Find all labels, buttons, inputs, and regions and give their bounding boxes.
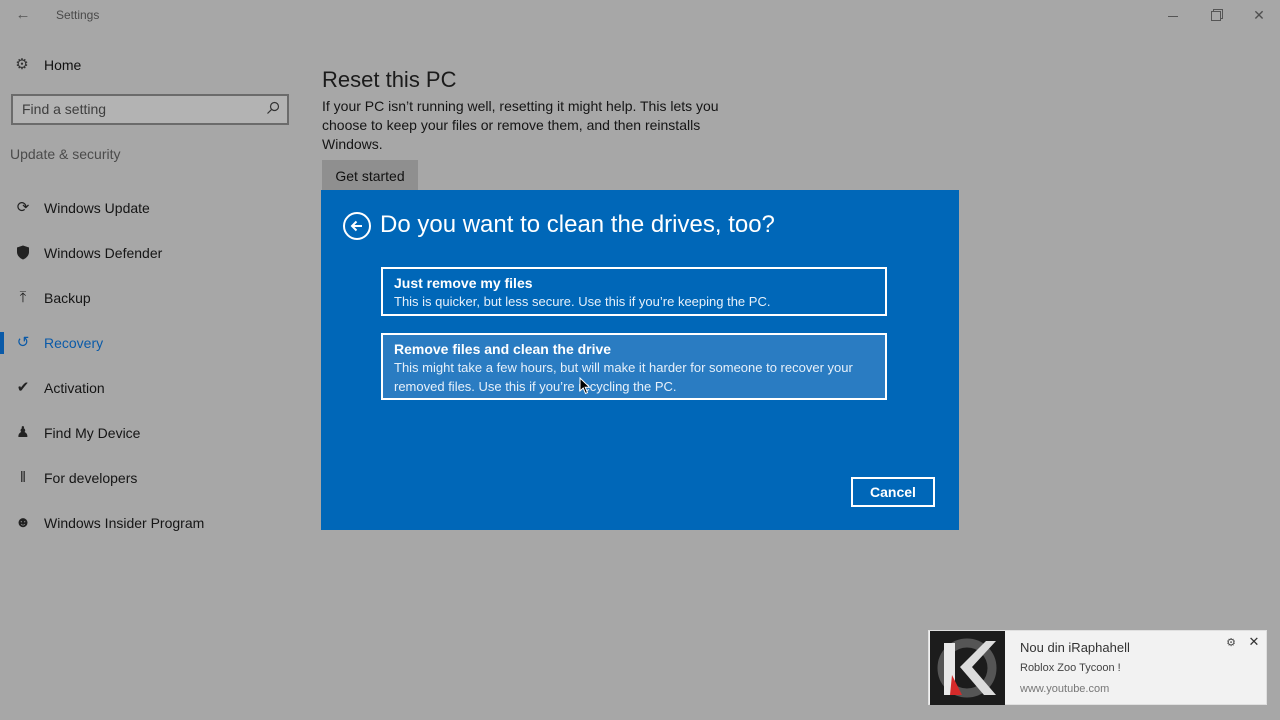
notification-body: Roblox Zoo Tycoon !	[1020, 662, 1121, 674]
gear-icon[interactable]: ⚙	[1225, 637, 1237, 649]
option-description: This is quicker, but less secure. Use th…	[394, 294, 771, 309]
sidebar-item-windows-defender[interactable]: Windows Defender	[0, 230, 300, 275]
cancel-button[interactable]: Cancel	[851, 477, 935, 507]
sidebar-item-label: Backup	[44, 289, 91, 306]
window-title: Settings	[56, 8, 100, 22]
nav-list: ⟳ Windows Update Windows Defender ⤒ Back…	[0, 185, 300, 545]
clean-drives-dialog: Do you want to clean the drives, too? Ju…	[321, 190, 959, 530]
minimize-button[interactable]	[1158, 4, 1188, 26]
sidebar-item-find-my-device[interactable]: ♟ Find My Device	[0, 410, 300, 455]
home-label: Home	[44, 57, 82, 73]
restore-icon	[1211, 11, 1221, 22]
mouse-cursor-icon	[579, 377, 591, 395]
sidebar-item-label: Windows Defender	[44, 244, 163, 261]
refresh-icon: ⟳	[16, 198, 30, 216]
option-title: Just remove my files	[394, 275, 533, 291]
option-remove-and-clean[interactable]: Remove files and clean the drive This mi…	[381, 333, 887, 400]
back-circle-icon[interactable]	[343, 212, 371, 240]
sidebar-item-label: Windows Insider Program	[44, 514, 205, 531]
notification-toast[interactable]: Nou din iRaphahell Roblox Zoo Tycoon ! w…	[928, 630, 1267, 705]
sidebar-item-activation[interactable]: ✔ Activation	[0, 365, 300, 410]
reset-description: If your PC isn’t running well, resetting…	[322, 98, 719, 152]
restore-button[interactable]	[1201, 4, 1231, 26]
close-icon[interactable]: ✕	[1248, 635, 1260, 648]
sidebar-item-recovery[interactable]: ↺ Recovery	[0, 320, 300, 365]
close-icon: ✕	[1253, 7, 1265, 23]
person-pin-icon: ♟	[16, 423, 30, 441]
sidebar-item-backup[interactable]: ⤒ Backup	[0, 275, 300, 320]
sidebar-item-label: Activation	[44, 379, 105, 396]
channel-logo	[930, 631, 1005, 705]
dialog-title: Do you want to clean the drives, too?	[380, 211, 775, 238]
sidebar: ⚙ Home Find a setting Update & security …	[0, 40, 300, 720]
notification-title: Nou din iRaphahell	[1020, 640, 1130, 655]
section-heading: Update & security	[10, 146, 121, 162]
home-nav-item[interactable]: ⚙ Home	[12, 54, 81, 76]
history-icon: ↺	[16, 333, 30, 351]
get-started-button[interactable]: Get started	[322, 160, 418, 192]
close-button[interactable]: ✕	[1244, 4, 1274, 26]
sidebar-item-label: Find My Device	[44, 424, 141, 441]
sidebar-item-windows-insider-program[interactable]: ☻ Windows Insider Program	[0, 500, 300, 545]
notification-url: www.youtube.com	[1020, 683, 1110, 695]
sidebar-item-label: Recovery	[44, 334, 104, 351]
back-arrow-icon[interactable]: ←	[14, 6, 32, 24]
title-bar: ← Settings ✕	[0, 0, 1280, 32]
search-icon[interactable]	[266, 101, 280, 115]
upload-arrow-icon: ⤒	[19, 288, 27, 306]
search-box[interactable]: Find a setting	[11, 94, 289, 125]
check-circle-icon: ✔	[16, 378, 30, 396]
sidebar-item-label: For developers	[44, 469, 138, 486]
sidebar-item-windows-update[interactable]: ⟳ Windows Update	[0, 185, 300, 230]
shield-icon	[13, 243, 33, 263]
gear-icon: ⚙	[15, 56, 29, 73]
sidebar-item-for-developers[interactable]: ‖ For developers	[0, 455, 300, 500]
person-insider-icon: ☻	[15, 513, 31, 531]
sidebar-item-label: Windows Update	[44, 199, 150, 216]
developer-tools-icon: ‖	[19, 468, 27, 486]
minimize-icon	[1168, 15, 1178, 17]
search-input[interactable]: Find a setting	[22, 101, 106, 117]
option-title: Remove files and clean the drive	[394, 341, 612, 357]
option-just-remove-files[interactable]: Just remove my files This is quicker, bu…	[381, 267, 887, 316]
option-description: This might take a few hours, but will ma…	[394, 360, 853, 394]
page-title: Reset this PC	[322, 66, 457, 92]
